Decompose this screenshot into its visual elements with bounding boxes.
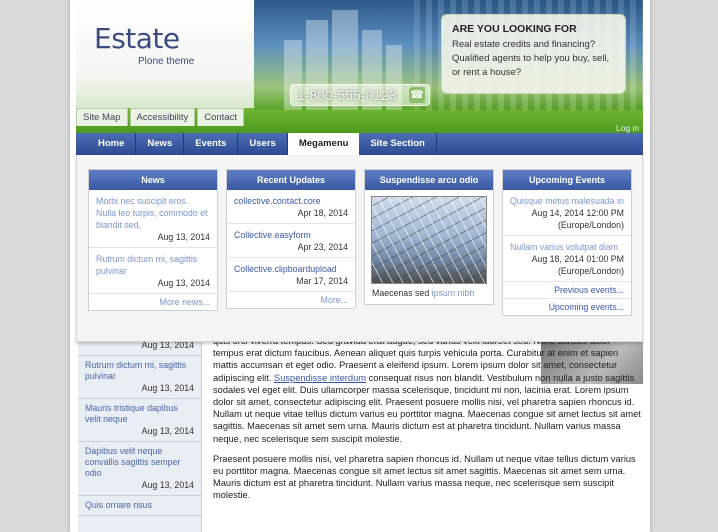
megamenu-news-column: News Morbi nec suscipit eros. Nulla leo … — [88, 169, 218, 311]
updates-column-title: Recent Updates — [227, 170, 355, 190]
phone-number: 1-800-555-0123 — [297, 87, 397, 103]
callout-title: ARE YOU LOOKING FOR — [452, 23, 577, 35]
sidebar-news: Aug 13, 2014 Rutrum dictum mi, sagittis … — [78, 335, 202, 532]
nav-megamenu[interactable]: Megamenu — [287, 133, 360, 155]
main-nav: Home News Events Users Megamenu Site Sec… — [76, 133, 643, 155]
event-item[interactable]: Nullam varius volutpat diam Aug 18, 2014… — [503, 236, 631, 282]
content-paragraph: quis orci viverra tempus. Sed gravida er… — [213, 336, 641, 444]
sidebar-item[interactable]: Mauris tristique dapibus velit neque Aug … — [78, 399, 201, 442]
caption-link[interactable]: ipsum nibh — [432, 288, 475, 298]
image-column-title: Suspendisse arcu odio — [365, 170, 493, 190]
site-actions: Site Map Accessibility Contact — [76, 108, 244, 126]
news-column-title: News — [89, 170, 217, 190]
megamenu-updates-column: Recent Updates collective.contact.core A… — [226, 169, 356, 309]
phone-box: 1-800-555-0123 ☎ — [290, 84, 430, 106]
nav-news[interactable]: News — [136, 133, 185, 155]
logo-area: Estate Plone theme — [76, 0, 254, 108]
photo-caption: Maecenas sed ipsum nibh — [372, 288, 475, 298]
login-link[interactable]: Log in — [616, 123, 639, 133]
site-map-link[interactable]: Site Map — [76, 108, 128, 126]
nav-home[interactable]: Home — [87, 133, 137, 155]
callout-text: Real estate credits and financing? Quali… — [452, 39, 610, 78]
upcoming-events-link[interactable]: Upcoming events... — [503, 299, 631, 315]
logo-subtitle: Plone theme — [138, 56, 195, 67]
contact-link[interactable]: Contact — [197, 108, 244, 126]
main-content: quis orci viverra tempus. Sed gravida er… — [213, 335, 643, 510]
event-item[interactable]: Quisque metus malesuada in Aug 14, 2014 … — [503, 190, 631, 236]
update-item[interactable]: Collective.easyform Apr 23, 2014 — [227, 224, 355, 258]
sidebar-item[interactable]: Rutrum dictum mi, sagittis pulvinar Aug 1… — [78, 356, 201, 399]
events-column-title: Upcoming Events — [503, 170, 631, 190]
update-item[interactable]: Collective.clipboardupload Mar 17, 2014 — [227, 258, 355, 292]
nav-site-section[interactable]: Site Section — [359, 133, 437, 155]
nav-events[interactable]: Events — [184, 133, 239, 155]
accessibility-link[interactable]: Accessibility — [129, 108, 196, 126]
news-item[interactable]: Rutrum dictum mi, sagittis pulvinar Aug … — [89, 248, 217, 294]
previous-events-link[interactable]: Previous events... — [503, 282, 631, 299]
sidebar-item[interactable]: Quis ornare risus — [78, 496, 201, 516]
site-logo[interactable]: Estate — [94, 22, 180, 55]
megamenu-dropdown: News Morbi nec suscipit eros. Nulla leo … — [76, 155, 643, 342]
more-updates-link[interactable]: More... — [227, 292, 355, 308]
more-news-link[interactable]: More news... — [89, 294, 217, 310]
megamenu-events-column: Upcoming Events Quisque metus malesuada … — [502, 169, 632, 316]
nav-users[interactable]: Users — [238, 133, 288, 155]
callout-box: ARE YOU LOOKING FOR Real estate credits … — [441, 14, 626, 94]
sidebar-item[interactable]: Dapibus velit neque convallis sagittis s… — [78, 442, 201, 496]
content-link[interactable]: Suspendisse interdum — [274, 373, 366, 383]
update-item[interactable]: collective.contact.core Apr 18, 2014 — [227, 190, 355, 224]
news-item[interactable]: Morbi nec suscipit eros. Nulla leo turpi… — [89, 190, 217, 248]
content-paragraph: Praesent posuere mollis nisi, vel pharet… — [213, 453, 636, 501]
megamenu-image-column: Suspendisse arcu odio Maecenas sed ipsum… — [364, 169, 494, 305]
phone-icon: ☎ — [409, 87, 425, 103]
featured-photo[interactable] — [371, 196, 487, 284]
